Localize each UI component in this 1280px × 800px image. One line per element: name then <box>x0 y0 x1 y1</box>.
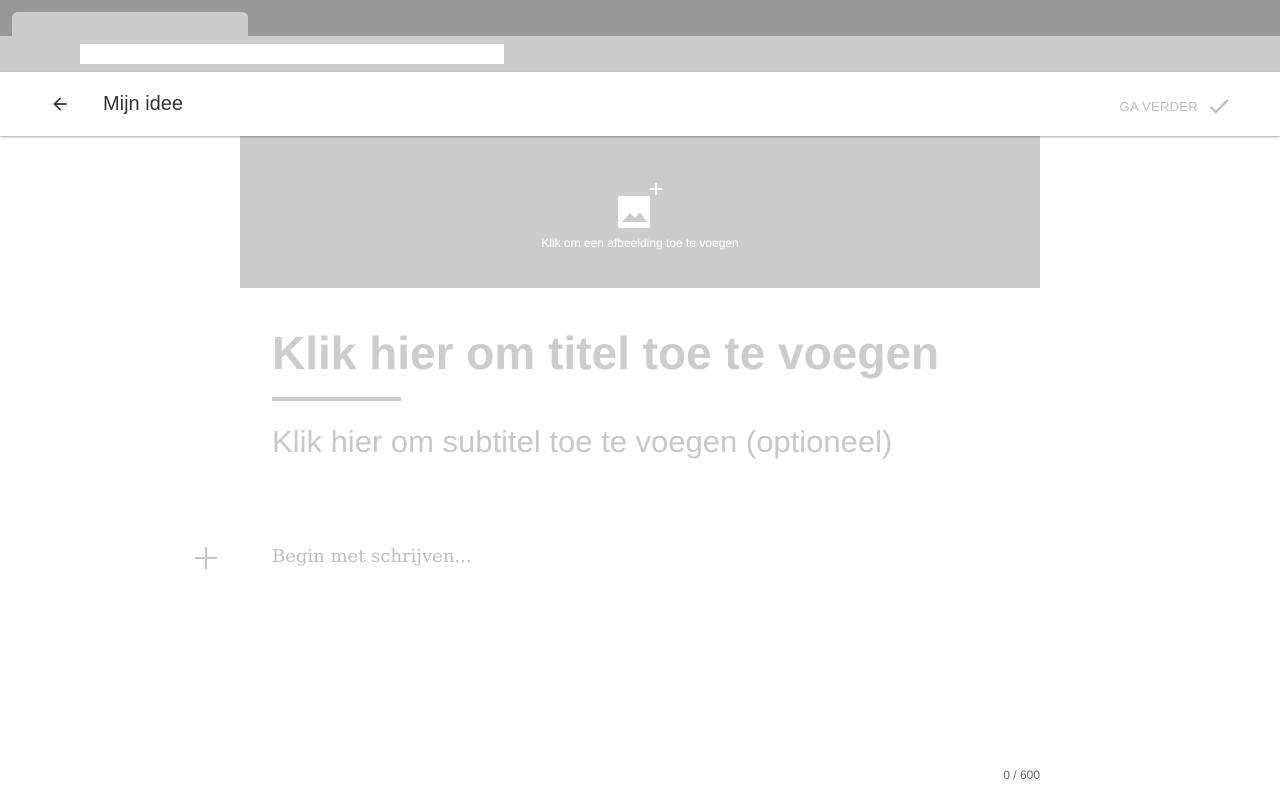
plus-icon <box>195 547 217 569</box>
browser-tabstrip <box>0 0 1280 36</box>
character-counter: 0 / 600 <box>1003 768 1040 782</box>
arrow-left-icon <box>53 97 67 111</box>
browser-tab[interactable] <box>12 12 248 36</box>
title-input[interactable]: Klik hier om titel toe te voegen <box>272 322 1032 384</box>
cover-image-hint: Klik om een afbeelding toe te voegen <box>541 236 739 250</box>
browser-toolbar <box>0 36 1280 72</box>
body-input[interactable]: Begin met schrijven... <box>272 544 1032 570</box>
add-block-button[interactable] <box>190 542 222 574</box>
address-bar[interactable] <box>80 44 504 64</box>
back-button[interactable] <box>44 88 76 120</box>
title-divider <box>272 397 401 401</box>
app-header: Mijn idee GA VERDER <box>0 72 1280 136</box>
add-photo-icon <box>618 183 662 228</box>
continue-button[interactable]: GA VERDER <box>1119 92 1232 120</box>
continue-button-label: GA VERDER <box>1119 98 1198 114</box>
subtitle-input[interactable]: Klik hier om subtitel toe te voegen (opt… <box>272 422 1032 462</box>
check-icon <box>1209 99 1229 114</box>
page-title: Mijn idee <box>103 93 184 115</box>
